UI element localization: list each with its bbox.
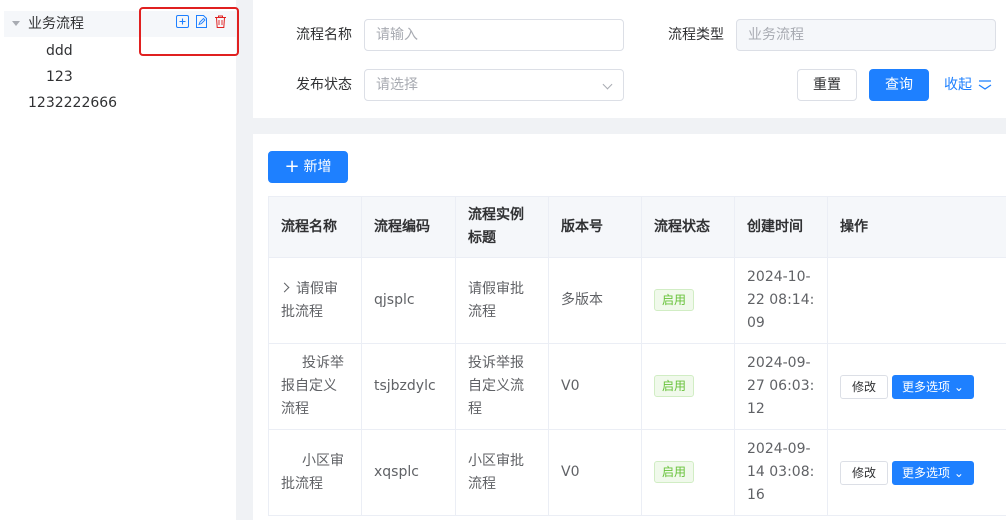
version-cell: V0 [548,343,642,430]
filter-panel: 流程名称 请输入 流程类型 业务流程 发布状态 请选择 重置 查询 收起 [253,0,1006,118]
chevron-down-icon: ⌄ [953,379,964,394]
name-cell: 投诉举报自定义流程 [268,343,362,430]
publish-status-label: 发布状态 [296,77,352,93]
publish-status-placeholder: 请选择 [376,77,418,93]
name-text: 请假审批流程 [281,280,338,320]
column-header: 流程实例标题 [455,196,549,258]
title-cell: 请假审批流程 [455,257,549,344]
status-cell: 启用 [641,343,735,430]
actions-cell [827,257,1006,344]
process-table: 流程名称 流程编码 流程实例标题 版本号 流程状态 创建时间 操作 请假审批流程… [268,196,1006,516]
table-row: 小区审批流程 xqsplc 小区审批流程 V0 启用 2024-09-14 03… [268,429,1006,516]
process-name-label: 流程名称 [296,27,352,43]
tree-node-child[interactable]: 123 [46,64,73,90]
edit-button[interactable]: 修改 [840,460,889,485]
tree-node-root[interactable]: 1232222666 [28,90,117,116]
process-name-input[interactable]: 请输入 [364,19,624,51]
sidebar-tree-panel: 业务流程 ddd 123 1232222666 [0,0,239,520]
created-cell: 2024-09-14 03:08:16 [734,429,828,516]
status-cell: 启用 [641,257,735,344]
created-cell: 2024-10-22 08:14:09 [734,257,828,344]
query-button[interactable]: 查询 [869,69,929,101]
version-cell: V0 [548,429,642,516]
edit-button[interactable]: 修改 [840,374,889,399]
column-header: 流程状态 [641,196,735,258]
name-cell: 请假审批流程 [268,257,362,344]
code-cell: tsjbzdylc [361,343,456,430]
title-cell: 小区审批流程 [455,429,549,516]
more-options-button[interactable]: 更多选项 ⌄ [892,374,974,399]
table-row: 投诉举报自定义流程 tsjbzdylc 投诉举报自定义流程 V0 启用 2024… [268,343,1006,430]
more-options-label: 更多选项 [902,379,951,394]
status-cell: 启用 [641,429,735,516]
code-cell: xqsplc [361,429,456,516]
tree-node-label[interactable]: 业务流程 [28,16,84,32]
process-type-value: 业务流程 [748,27,804,43]
chevron-down-icon [602,79,613,90]
add-button[interactable]: + 新增 [268,151,348,183]
collapse-label: 收起 [944,77,972,93]
table-header-row: 流程名称 流程编码 流程实例标题 版本号 流程状态 创建时间 操作 [268,196,1006,258]
title-cell: 投诉举报自定义流程 [455,343,549,430]
table-panel: + 新增 流程名称 流程编码 流程实例标题 版本号 流程状态 创建时间 操作 请假… [253,134,1006,520]
code-cell: qjsplc [361,257,456,344]
name-text: 投诉举报自定义流程 [281,355,344,417]
version-cell: 多版本 [548,257,642,344]
tree-node-child[interactable]: ddd [46,38,73,64]
process-type-input: 业务流程 [736,19,996,51]
process-type-label: 流程类型 [668,27,724,43]
column-header: 创建时间 [734,196,828,258]
column-header: 版本号 [548,196,642,258]
status-badge: 启用 [654,289,695,311]
column-header: 流程编码 [361,196,456,258]
plus-icon: + [284,156,300,177]
more-options-label: 更多选项 [902,465,951,480]
collapse-icon [979,80,992,90]
column-header: 操作 [827,196,1006,258]
more-options-button[interactable]: 更多选项 ⌄ [892,460,974,485]
add-button-label: 新增 [303,159,332,175]
status-badge: 启用 [654,375,695,397]
status-badge: 启用 [654,461,695,483]
expand-arrow-icon[interactable] [279,282,290,293]
table-row: 请假审批流程 qjsplc 请假审批流程 多版本 启用 2024-10-22 0… [268,257,1006,344]
created-cell: 2024-09-27 06:03:12 [734,343,828,430]
actions-cell: 修改 更多选项 ⌄ [827,343,1006,430]
caret-down-icon[interactable] [12,20,20,26]
publish-status-select[interactable]: 请选择 [364,69,624,101]
process-name-placeholder: 请输入 [376,27,418,43]
name-cell: 小区审批流程 [268,429,362,516]
reset-button[interactable]: 重置 [797,69,857,101]
chevron-down-icon: ⌄ [953,465,964,480]
column-header: 流程名称 [268,196,362,258]
collapse-link[interactable]: 收起 [944,69,992,101]
actions-cell: 修改 更多选项 ⌄ [827,429,1006,516]
annotation-highlight-box [139,7,239,56]
name-text: 小区审批流程 [281,452,344,492]
